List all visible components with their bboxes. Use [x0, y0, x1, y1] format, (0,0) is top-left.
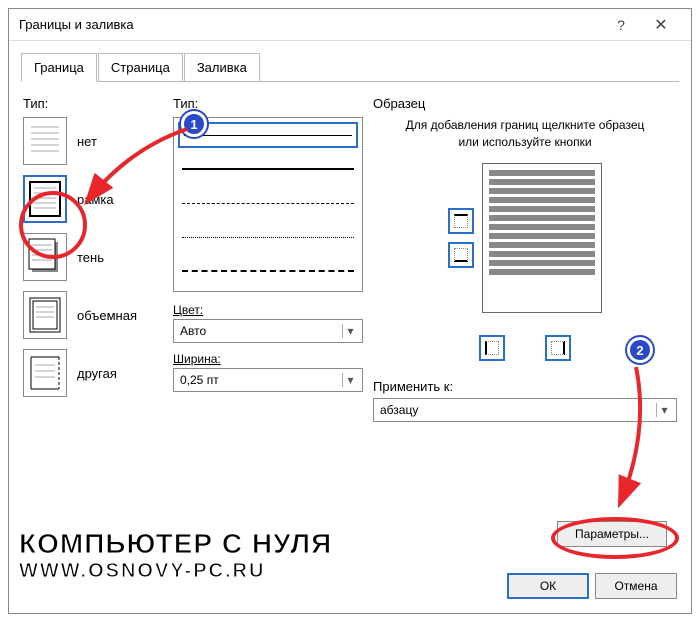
type-list: нет рамка тень — [23, 117, 163, 397]
window-title: Границы и заливка — [19, 17, 601, 32]
parameters-button[interactable]: Параметры... — [557, 521, 667, 547]
type-icon-shadow — [23, 233, 67, 281]
page-preview[interactable] — [482, 163, 602, 313]
sample-column: Образец Для добавления границ щелкните о… — [373, 96, 677, 430]
apply-value: абзацу — [380, 403, 418, 417]
type-label-none: нет — [77, 134, 97, 149]
apply-dropdown[interactable]: абзацу ▾ — [373, 398, 677, 422]
dialog-content: Тип: нет рамка — [9, 82, 691, 444]
line-style-list[interactable] — [173, 117, 363, 292]
watermark-line2: WWW.OSNOVY-PC.RU — [19, 560, 332, 583]
type-icon-none — [23, 117, 67, 165]
dialog-footer: ОК Отмена — [507, 573, 677, 599]
tab-page[interactable]: Страница — [98, 53, 183, 82]
type-column: Тип: нет рамка — [23, 96, 163, 430]
type-label-box: рамка — [77, 192, 114, 207]
sample-hint: Для добавления границ щелкните образец и… — [397, 117, 653, 151]
chevron-down-icon: ▾ — [656, 403, 672, 417]
type-label-custom: другая — [77, 366, 117, 381]
color-label: Цвет: — [173, 302, 363, 317]
cancel-button[interactable]: Отмена — [595, 573, 677, 599]
type-item-none[interactable]: нет — [23, 117, 163, 165]
type-label-3d: объемная — [77, 308, 137, 323]
border-bottom-button[interactable] — [448, 242, 474, 268]
watermark-line1: КОМПЬЮТЕР С НУЛЯ — [19, 528, 332, 560]
color-value: Авто — [180, 324, 206, 338]
apply-label: Применить к: — [373, 379, 677, 394]
tab-fill[interactable]: Заливка — [184, 53, 260, 82]
border-left-button[interactable] — [479, 335, 505, 361]
type-item-custom[interactable]: другая — [23, 349, 163, 397]
type-icon-box — [23, 175, 67, 223]
style-row[interactable] — [178, 190, 358, 216]
style-row[interactable] — [178, 156, 358, 182]
color-dropdown[interactable]: Авто ▾ — [173, 319, 363, 343]
type-item-3d[interactable]: объемная — [23, 291, 163, 339]
close-button[interactable]: ✕ — [641, 11, 681, 39]
watermark: КОМПЬЮТЕР С НУЛЯ WWW.OSNOVY-PC.RU — [19, 528, 332, 583]
sample-preview — [373, 163, 677, 313]
width-dropdown[interactable]: 0,25 пт ▾ — [173, 368, 363, 392]
type-icon-custom — [23, 349, 67, 397]
type-section-label: Тип: — [23, 96, 163, 111]
titlebar: Границы и заливка ? ✕ — [9, 9, 691, 41]
width-value: 0,25 пт — [180, 373, 219, 387]
chevron-down-icon: ▾ — [342, 324, 358, 338]
tab-strip: Граница Страница Заливка — [9, 41, 691, 82]
width-label: Ширина: — [173, 351, 363, 366]
type-icon-3d — [23, 291, 67, 339]
style-section-label: Тип: — [173, 96, 363, 111]
tab-border[interactable]: Граница — [21, 53, 97, 82]
type-label-shadow: тень — [77, 250, 104, 265]
ok-button[interactable]: ОК — [507, 573, 589, 599]
chevron-down-icon: ▾ — [342, 373, 358, 387]
border-right-button[interactable] — [545, 335, 571, 361]
sample-section-label: Образец — [373, 96, 677, 111]
style-row[interactable] — [178, 258, 358, 284]
style-row-selected[interactable] — [178, 122, 358, 148]
style-row[interactable] — [178, 224, 358, 250]
dialog-window: Границы и заливка ? ✕ Граница Страница З… — [8, 8, 692, 614]
border-top-button[interactable] — [448, 208, 474, 234]
style-column: Тип: Цвет: Авто ▾ Ширина: 0,25 пт ▾ — [173, 96, 363, 430]
help-button[interactable]: ? — [601, 11, 641, 39]
type-item-shadow[interactable]: тень — [23, 233, 163, 281]
type-item-box[interactable]: рамка — [23, 175, 163, 223]
